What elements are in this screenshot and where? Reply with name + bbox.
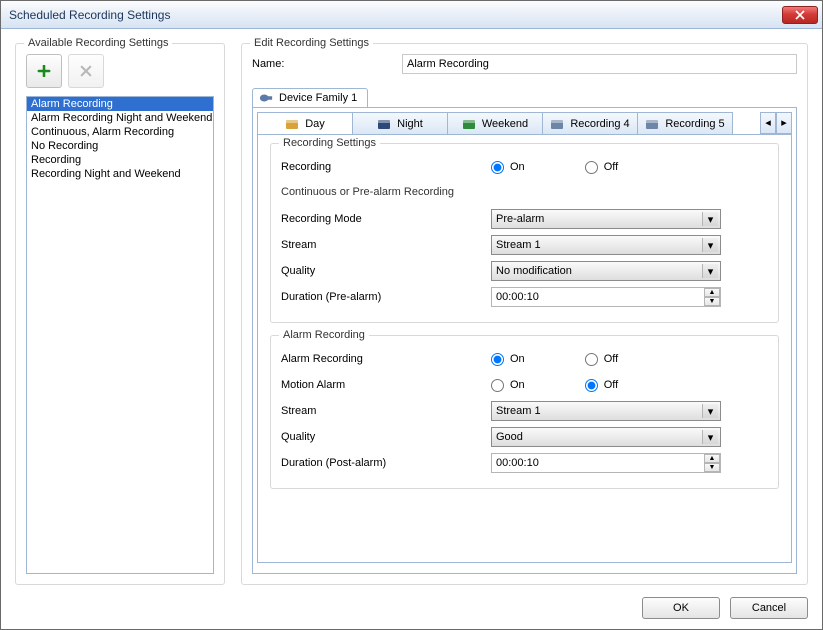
quality-label: Quality [281,265,491,277]
schedule-icon [462,118,476,130]
dialog-content: Available Recording Settings Alarm Recor… [1,29,822,629]
schedule-tabs: DayNightWeekendRecording 4Recording 5 ◂▸ [257,112,792,134]
plus-icon [37,65,51,77]
duration-prealarm-label: Duration (Pre-alarm) [281,291,491,303]
schedule-icon [377,118,391,130]
window-title: Scheduled Recording Settings [9,8,170,22]
list-item[interactable]: Alarm Recording Night and Weekend [27,111,213,125]
device-family-tab[interactable]: Device Family 1 [252,88,368,107]
motion-off-radio[interactable]: Off [585,379,618,392]
recording-settings-legend: Recording Settings [279,137,380,149]
list-item[interactable]: No Recording [27,139,213,153]
chevron-down-icon: ▾ [702,264,718,278]
chevron-down-icon: ▾ [702,430,718,444]
spinner-up[interactable]: ▲ [704,454,720,463]
title-bar: Scheduled Recording Settings [1,1,822,29]
duration-postalarm-spinner[interactable]: 00:00:10 ▲▼ [491,453,721,473]
dialog-footer: OK Cancel [15,593,808,619]
camera-icon [259,92,273,104]
available-settings-group: Available Recording Settings Alarm Recor… [15,43,225,585]
motion-alarm-label: Motion Alarm [281,379,491,391]
quality-combo[interactable]: No modification▾ [491,261,721,281]
edit-settings-group: Edit Recording Settings Name: Device Fam… [241,43,808,585]
delete-button[interactable] [68,54,104,88]
alarm-recording-label: Alarm Recording [281,353,491,365]
alarm-quality-combo[interactable]: Good▾ [491,427,721,447]
cancel-button[interactable]: Cancel [730,597,808,619]
list-item[interactable]: Recording [27,153,213,167]
schedule-tabpage: Recording Settings Recording On Off Cont… [257,134,792,563]
close-icon [795,10,805,20]
recording-off-radio[interactable]: Off [585,161,618,174]
alarm-on-radio[interactable]: On [491,353,525,366]
stream-label: Stream [281,239,491,251]
close-button[interactable] [782,6,818,24]
motion-on-radio[interactable]: On [491,379,525,392]
list-item[interactable]: Alarm Recording [27,97,213,111]
alarm-recording-section: Alarm Recording Alarm Recording On Off M… [270,335,779,489]
edit-settings-legend: Edit Recording Settings [250,37,373,49]
settings-listbox[interactable]: Alarm RecordingAlarm Recording Night and… [26,96,214,574]
name-input[interactable] [402,54,797,74]
tab-scroll-left[interactable]: ◂ [760,112,776,134]
continuous-prealarm-subhead: Continuous or Pre-alarm Recording [281,186,768,198]
chevron-down-icon: ▾ [702,404,718,418]
dialog-window: Scheduled Recording Settings Available R… [0,0,823,630]
chevron-down-icon: ▾ [702,238,718,252]
list-item[interactable]: Continuous, Alarm Recording [27,125,213,139]
schedule-tab[interactable]: Recording 4 [542,112,638,134]
stream-combo[interactable]: Stream 1▾ [491,235,721,255]
device-family-tabpage: DayNightWeekendRecording 4Recording 5◂▸ … [252,107,797,574]
name-label: Name: [252,58,402,70]
spinner-up[interactable]: ▲ [704,288,720,297]
recording-on-radio[interactable]: On [491,161,525,174]
schedule-tab[interactable]: Weekend [447,112,543,134]
schedule-tab[interactable]: Night [352,112,448,134]
recording-settings-section: Recording Settings Recording On Off Cont… [270,143,779,323]
alarm-quality-label: Quality [281,431,491,443]
available-settings-legend: Available Recording Settings [24,37,172,49]
chevron-down-icon: ▾ [702,212,718,226]
alarm-off-radio[interactable]: Off [585,353,618,366]
tab-scroll-right[interactable]: ▸ [776,112,792,134]
recording-mode-combo[interactable]: Pre-alarm▾ [491,209,721,229]
delete-icon [79,65,93,77]
ok-button[interactable]: OK [642,597,720,619]
spinner-down[interactable]: ▼ [704,463,720,472]
recording-label: Recording [281,161,491,173]
add-button[interactable] [26,54,62,88]
schedule-icon [285,118,299,130]
alarm-recording-legend: Alarm Recording [279,329,369,341]
alarm-stream-combo[interactable]: Stream 1▾ [491,401,721,421]
duration-prealarm-spinner[interactable]: 00:00:10 ▲▼ [491,287,721,307]
schedule-tab[interactable]: Day [257,112,353,134]
device-family-tab-label: Device Family 1 [279,92,357,104]
recording-mode-label: Recording Mode [281,213,491,225]
alarm-stream-label: Stream [281,405,491,417]
schedule-tab[interactable]: Recording 5 [637,112,733,134]
duration-postalarm-label: Duration (Post-alarm) [281,457,491,469]
schedule-icon [550,118,564,130]
spinner-down[interactable]: ▼ [704,297,720,306]
schedule-icon [645,118,659,130]
list-item[interactable]: Recording Night and Weekend [27,167,213,181]
